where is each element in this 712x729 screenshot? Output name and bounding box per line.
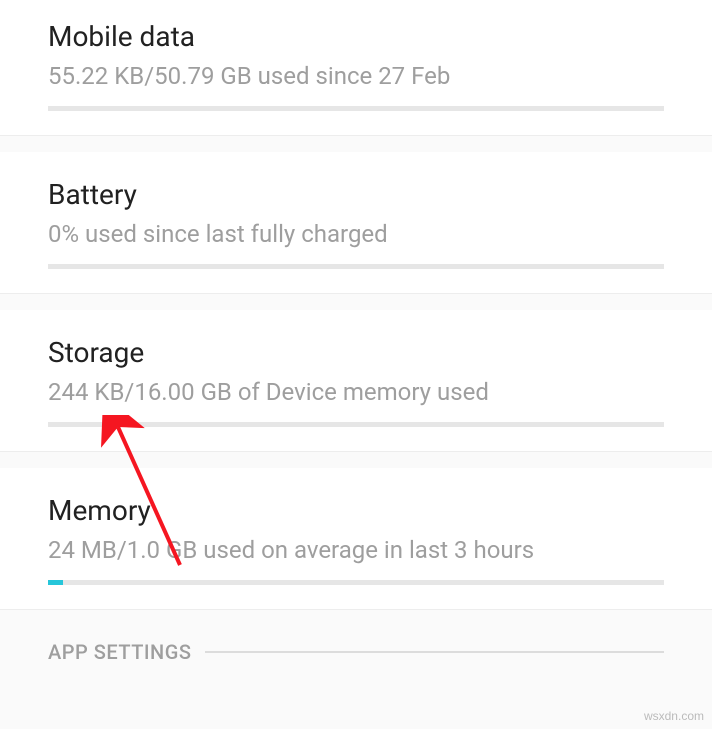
divider-gap xyxy=(0,294,712,310)
app-settings-label: APP SETTINGS xyxy=(48,640,191,664)
battery-progress xyxy=(48,264,664,269)
memory-progress xyxy=(48,580,664,585)
memory-progress-fill xyxy=(48,580,63,585)
app-settings-header: APP SETTINGS xyxy=(0,610,712,676)
storage-title: Storage xyxy=(48,336,664,370)
app-settings-divider-line xyxy=(205,651,664,653)
mobile-data-row[interactable]: Mobile data 55.22 KB/50.79 GB used since… xyxy=(0,0,712,136)
memory-title: Memory xyxy=(48,494,664,528)
divider-gap xyxy=(0,452,712,468)
mobile-data-progress xyxy=(48,106,664,111)
storage-subtitle: 244 KB/16.00 GB of Device memory used xyxy=(48,376,664,408)
storage-row[interactable]: Storage 244 KB/16.00 GB of Device memory… xyxy=(0,310,712,452)
memory-subtitle: 24 MB/1.0 GB used on average in last 3 h… xyxy=(48,534,664,566)
memory-row[interactable]: Memory 24 MB/1.0 GB used on average in l… xyxy=(0,468,712,610)
mobile-data-title: Mobile data xyxy=(48,20,664,54)
battery-title: Battery xyxy=(48,178,664,212)
mobile-data-subtitle: 55.22 KB/50.79 GB used since 27 Feb xyxy=(48,60,664,92)
watermark-text: wsxdn.com xyxy=(644,709,704,723)
divider-gap xyxy=(0,136,712,152)
storage-progress xyxy=(48,422,664,427)
battery-row[interactable]: Battery 0% used since last fully charged xyxy=(0,152,712,294)
battery-subtitle: 0% used since last fully charged xyxy=(48,218,664,250)
